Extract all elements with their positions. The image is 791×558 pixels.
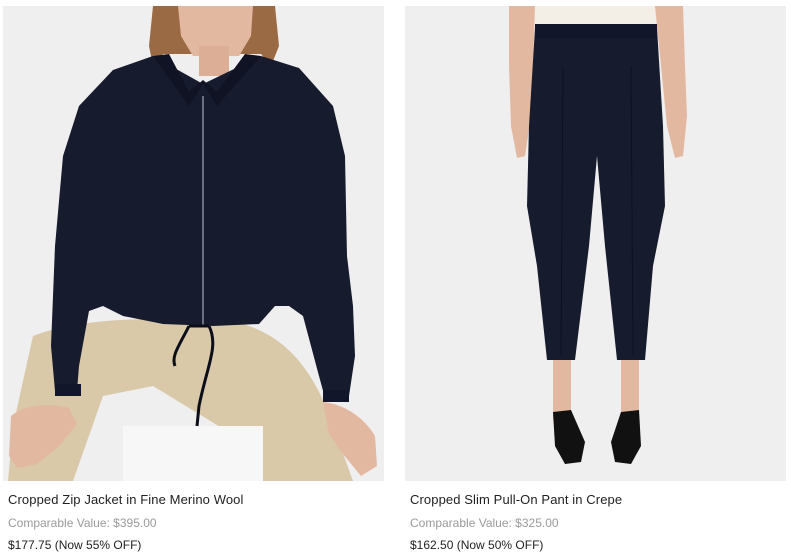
sale-price: $162.50 (Now 50% OFF): [410, 538, 544, 552]
product-card-zip-jacket[interactable]: Cropped Zip Jacket in Fine Merino Wool C…: [3, 6, 384, 558]
product-grid: Cropped Zip Jacket in Fine Merino Wool C…: [0, 0, 791, 558]
product-title[interactable]: Cropped Zip Jacket in Fine Merino Wool: [8, 492, 244, 507]
product-card-pull-on-pant[interactable]: Cropped Slim Pull-On Pant in Crepe Compa…: [405, 6, 786, 558]
comparable-value: Comparable Value: $395.00: [8, 516, 157, 530]
comparable-value: Comparable Value: $325.00: [410, 516, 559, 530]
product-image-pull-on-pant[interactable]: [405, 6, 786, 481]
sale-price: $177.75 (Now 55% OFF): [8, 538, 142, 552]
product-image-zip-jacket[interactable]: [3, 6, 384, 481]
product-title[interactable]: Cropped Slim Pull-On Pant in Crepe: [410, 492, 622, 507]
